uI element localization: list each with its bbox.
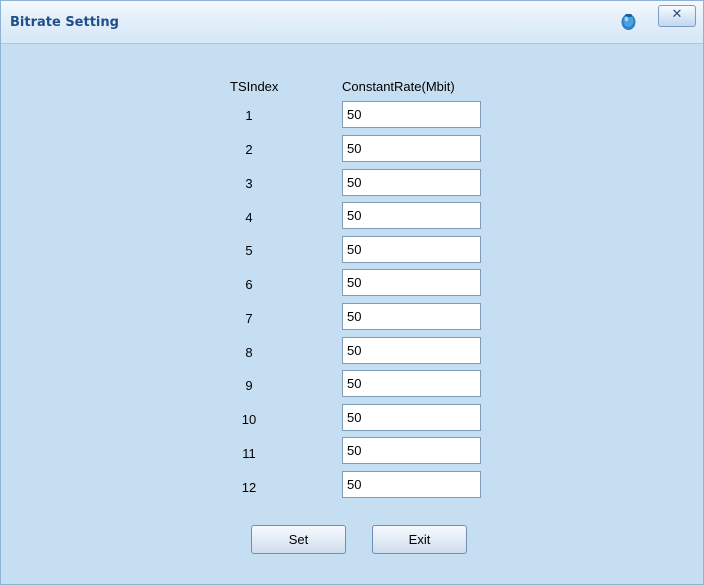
- ts-index-10: 10: [241, 412, 257, 427]
- rate-input-12[interactable]: [342, 471, 481, 498]
- window-title: Bitrate Setting: [10, 15, 119, 30]
- bitrate-setting-dialog: Bitrate Setting ✕ TSIndex ConstantRate(M…: [0, 0, 704, 585]
- ts-index-8: 8: [245, 345, 253, 360]
- ts-index-12: 12: [241, 480, 257, 495]
- set-button[interactable]: Set: [251, 525, 346, 554]
- rate-input-7[interactable]: [342, 303, 481, 330]
- ts-index-11: 11: [242, 446, 256, 461]
- rate-input-3[interactable]: [342, 169, 481, 196]
- ts-index-9: 9: [245, 378, 253, 393]
- rate-input-1[interactable]: [342, 101, 481, 128]
- ts-index-5: 5: [245, 243, 253, 258]
- rate-input-8[interactable]: [342, 337, 481, 364]
- exit-button[interactable]: Exit: [372, 525, 467, 554]
- ts-index-2: 2: [245, 142, 253, 157]
- column-header-tsindex: TSIndex: [230, 79, 279, 94]
- rate-input-9[interactable]: [342, 370, 481, 397]
- close-icon: ✕: [671, 7, 683, 22]
- ts-index-3: 3: [245, 176, 253, 191]
- rate-input-6[interactable]: [342, 269, 481, 296]
- title-bar[interactable]: Bitrate Setting ✕: [1, 1, 703, 44]
- rate-input-5[interactable]: [342, 236, 481, 263]
- ts-index-1: 1: [245, 108, 253, 123]
- ts-index-7: 7: [245, 311, 253, 326]
- ts-index-6: 6: [245, 277, 253, 292]
- rate-input-4[interactable]: [342, 202, 481, 229]
- help-icon[interactable]: [620, 12, 637, 31]
- column-header-constant-rate: ConstantRate(Mbit): [342, 79, 455, 94]
- ts-index-4: 4: [245, 210, 253, 225]
- rate-input-11[interactable]: [342, 437, 481, 464]
- rate-input-10[interactable]: [342, 404, 481, 431]
- close-button[interactable]: ✕: [658, 5, 696, 27]
- rate-input-2[interactable]: [342, 135, 481, 162]
